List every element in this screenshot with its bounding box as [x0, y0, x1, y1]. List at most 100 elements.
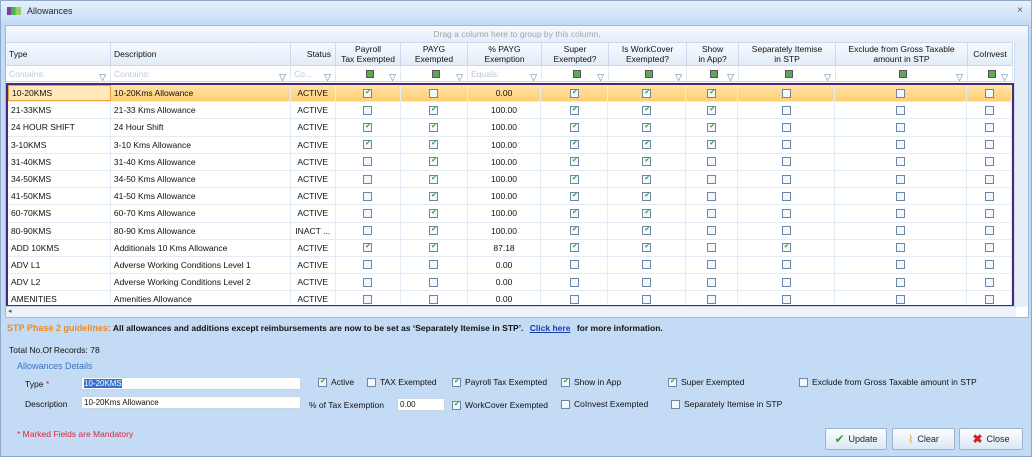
table-row[interactable]: AMENITIES Amenities Allowance ACTIVE 0.00	[8, 291, 1012, 305]
column-filter[interactable]: Contains: ▽	[6, 66, 111, 82]
table-cell[interactable]	[686, 119, 739, 136]
table-cell[interactable]	[401, 85, 468, 102]
table-cell[interactable]	[541, 119, 609, 136]
coinvest-checkbox[interactable]: CoInvest Exempted	[561, 399, 648, 409]
close-button[interactable]: ✖ Close	[959, 428, 1023, 450]
column-filter[interactable]: ▽	[609, 66, 687, 82]
table-cell[interactable]	[541, 136, 609, 153]
row-checkbox[interactable]	[781, 226, 791, 236]
table-cell[interactable]	[401, 205, 468, 222]
column-header[interactable]: CoInvest	[968, 43, 1013, 65]
table-cell[interactable]	[541, 188, 609, 205]
table-cell[interactable]	[541, 205, 609, 222]
type-input[interactable]: 10-20KMS	[81, 377, 301, 390]
table-cell[interactable]	[967, 85, 1012, 102]
column-header[interactable]: PAYG Exempted	[401, 43, 468, 65]
table-cell[interactable]	[738, 256, 836, 274]
row-checkbox[interactable]	[642, 156, 652, 167]
column-header[interactable]: Exclude from Gross Taxable amount in STP	[836, 43, 968, 65]
row-checkbox[interactable]	[896, 157, 906, 167]
table-cell[interactable]	[738, 85, 836, 102]
table-cell[interactable]	[967, 205, 1012, 222]
table-row[interactable]: 41-50KMS41-50 Kms AllowanceACTIVE 100.00	[8, 188, 1012, 206]
row-checkbox[interactable]	[984, 260, 994, 270]
table-row[interactable]: 80-90KMS80-90 Kms AllowanceINACT ... 100.…	[8, 222, 1012, 240]
table-cell[interactable]	[541, 291, 609, 305]
table-cell[interactable]	[401, 291, 468, 305]
row-checkbox[interactable]	[363, 174, 373, 184]
table-row[interactable]: 60-70KMS60-70 Kms AllowanceACTIVE 100.00	[8, 205, 1012, 223]
description-input[interactable]: 10-20Kms Allowance	[81, 396, 301, 409]
row-checkbox[interactable]	[896, 105, 906, 115]
exclude-gross-checkbox[interactable]: Exclude from Gross Taxable amount in STP	[799, 377, 977, 387]
row-checkbox[interactable]	[363, 191, 373, 201]
row-checkbox[interactable]	[781, 191, 791, 201]
table-cell[interactable]	[686, 205, 739, 222]
row-checkbox[interactable]	[781, 140, 791, 150]
table-cell[interactable]	[738, 222, 836, 239]
table-cell[interactable]	[686, 188, 739, 205]
table-cell[interactable]	[738, 205, 836, 222]
table-cell[interactable]	[608, 222, 687, 239]
table-cell[interactable]	[686, 256, 739, 274]
table-cell[interactable]	[835, 85, 968, 102]
table-cell[interactable]	[738, 136, 836, 153]
row-checkbox[interactable]	[429, 191, 439, 201]
table-cell[interactable]	[835, 256, 968, 274]
row-checkbox[interactable]	[363, 157, 373, 167]
table-cell[interactable]	[686, 170, 739, 188]
column-header[interactable]: Separately Itemise in STP	[739, 43, 836, 65]
filter-checkbox-icon[interactable]	[710, 70, 718, 78]
table-cell[interactable]	[608, 85, 687, 102]
row-checkbox[interactable]	[642, 139, 652, 150]
row-checkbox[interactable]	[707, 122, 717, 132]
table-cell[interactable]	[967, 153, 1012, 170]
column-filter[interactable]: ▽	[336, 66, 401, 82]
table-cell[interactable]	[835, 274, 968, 291]
table-cell[interactable]	[738, 188, 836, 205]
row-checkbox[interactable]	[363, 242, 373, 253]
column-filter[interactable]: ▽	[542, 66, 609, 82]
table-cell[interactable]	[541, 222, 609, 239]
column-header[interactable]: % PAYG Exemption	[468, 43, 542, 65]
table-row[interactable]: 24 HOUR SHIFT24 Hour ShiftACTIVE 100.00	[8, 119, 1012, 137]
table-cell[interactable]	[835, 119, 968, 136]
table-cell[interactable]	[401, 170, 468, 188]
table-cell[interactable]	[608, 291, 687, 305]
row-checkbox[interactable]	[429, 260, 439, 270]
table-row[interactable]: 21-33KMS21-33 Kms AllowanceACTIVE 100.00	[8, 102, 1012, 120]
table-cell[interactable]	[336, 256, 401, 274]
table-cell[interactable]	[835, 136, 968, 153]
table-cell[interactable]	[401, 188, 468, 205]
row-checkbox[interactable]	[896, 208, 906, 218]
row-checkbox[interactable]	[781, 208, 791, 218]
table-cell[interactable]	[541, 153, 609, 170]
table-cell[interactable]	[401, 256, 468, 274]
row-checkbox[interactable]	[642, 122, 652, 132]
column-filter[interactable]: ▽	[739, 66, 836, 82]
table-cell[interactable]	[686, 153, 739, 170]
row-checkbox[interactable]	[642, 191, 652, 201]
row-checkbox[interactable]	[363, 105, 373, 115]
table-cell[interactable]	[686, 85, 739, 102]
table-cell[interactable]	[608, 119, 687, 136]
table-cell[interactable]	[835, 239, 968, 256]
table-cell[interactable]	[336, 153, 401, 170]
row-checkbox[interactable]	[429, 156, 439, 167]
row-checkbox[interactable]	[569, 294, 579, 304]
row-checkbox[interactable]	[984, 277, 994, 287]
row-checkbox[interactable]	[642, 242, 652, 253]
group-by-area[interactable]: Drag a column here to group by this colu…	[6, 26, 1028, 42]
table-cell[interactable]	[401, 153, 468, 170]
table-row[interactable]: 3-10KMS3-10 Kms AllowanceACTIVE 100.00	[8, 136, 1012, 154]
table-cell[interactable]	[738, 239, 836, 256]
row-checkbox[interactable]	[984, 140, 994, 150]
column-header[interactable]: Status	[291, 43, 336, 65]
table-cell[interactable]	[401, 222, 468, 239]
vertical-scrollbar[interactable]	[1014, 42, 1028, 307]
row-checkbox[interactable]	[984, 88, 994, 98]
row-checkbox[interactable]	[642, 225, 652, 236]
row-checkbox[interactable]	[896, 226, 906, 236]
tax-exempted-checkbox[interactable]: TAX Exempted	[367, 377, 437, 387]
table-cell[interactable]	[738, 291, 836, 305]
